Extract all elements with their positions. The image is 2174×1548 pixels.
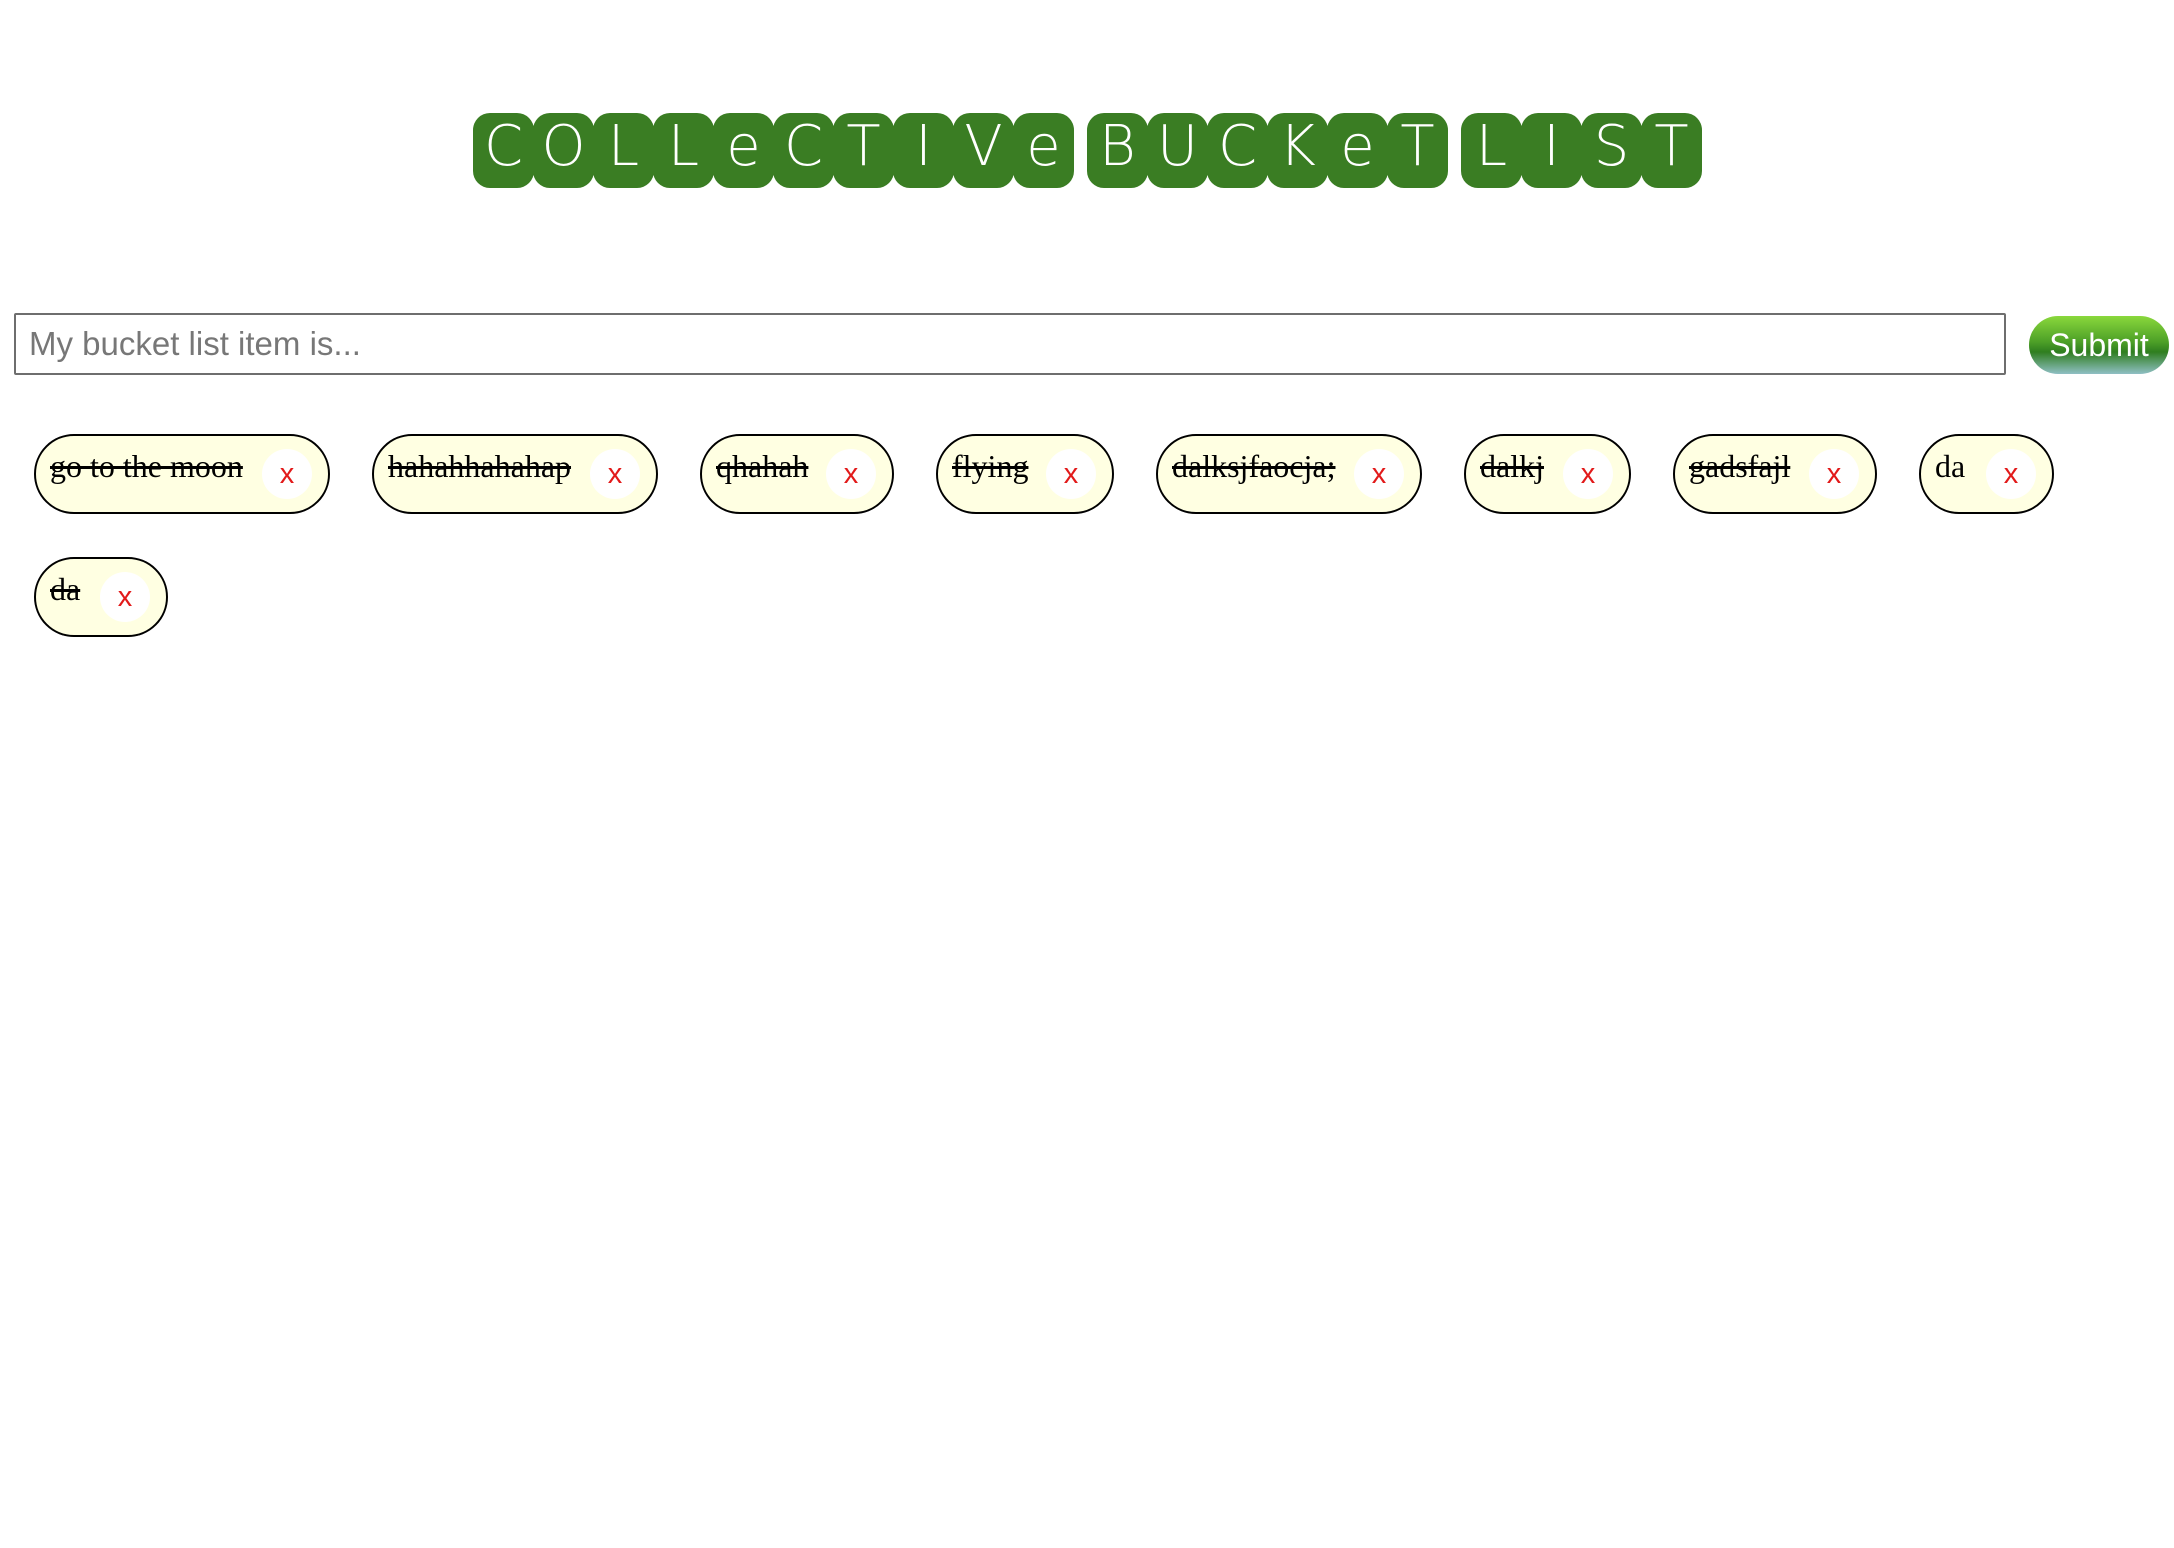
title-letter-tile: K: [1267, 113, 1328, 188]
bucket-item-text[interactable]: qhahah: [716, 448, 808, 485]
delete-item-button[interactable]: x: [100, 572, 150, 622]
title-letter-tile: S: [1581, 113, 1642, 188]
bucket-item-text[interactable]: go to the moon: [50, 448, 243, 485]
bucket-item-input[interactable]: [14, 313, 2006, 375]
bucket-list-item[interactable]: dalksjfaocja; x: [1156, 434, 1422, 514]
title-letter-tile: C: [773, 113, 834, 188]
bucket-item-text[interactable]: da: [50, 571, 80, 608]
title-letter-tile: T: [1641, 113, 1702, 188]
page-title: COLLeCTIVeBUCKeTLIST: [0, 113, 2174, 188]
bucket-item-text[interactable]: hahahhahahap: [388, 448, 571, 485]
bucket-list-item[interactable]: qhahah x: [700, 434, 894, 514]
delete-item-button[interactable]: x: [1046, 449, 1096, 499]
title-letter-tile: I: [1521, 113, 1582, 188]
title-word-gap: [1073, 113, 1087, 188]
bucket-list-item[interactable]: da x: [1919, 434, 2054, 514]
bucket-list-item[interactable]: go to the moon x: [34, 434, 330, 514]
title-letter-tile: e: [1327, 113, 1388, 188]
title-letter-tile: T: [1387, 113, 1448, 188]
title-letter-tile: L: [593, 113, 654, 188]
bucket-item-text[interactable]: da: [1935, 448, 1965, 485]
delete-item-button[interactable]: x: [1354, 449, 1404, 499]
add-item-form: Submit: [14, 313, 2174, 379]
delete-item-button[interactable]: x: [590, 449, 640, 499]
bucket-item-text[interactable]: flying: [952, 448, 1028, 485]
bucket-item-text[interactable]: gadsfajl: [1689, 448, 1790, 485]
bucket-list-item[interactable]: flying x: [936, 434, 1114, 514]
delete-item-button[interactable]: x: [1809, 449, 1859, 499]
title-word-gap: [1447, 113, 1461, 188]
title-letter-tile: I: [893, 113, 954, 188]
title-letter-tile: U: [1147, 113, 1208, 188]
title-letter-tile: L: [1461, 113, 1522, 188]
title-letter-tile: e: [713, 113, 774, 188]
delete-item-button[interactable]: x: [1986, 449, 2036, 499]
title-letter-tile: C: [473, 113, 534, 188]
delete-item-button[interactable]: x: [826, 449, 876, 499]
bucket-list-item[interactable]: da x: [34, 557, 168, 637]
title-letter-tile: e: [1013, 113, 1074, 188]
title-letter-tile: O: [533, 113, 594, 188]
bucket-item-text[interactable]: dalksjfaocja;: [1172, 448, 1335, 485]
title-letter-tile: C: [1207, 113, 1268, 188]
title-letter-tile: B: [1087, 113, 1148, 188]
bucket-list-item[interactable]: hahahhahahap x: [372, 434, 658, 514]
delete-item-button[interactable]: x: [262, 449, 312, 499]
title-letter-tile: L: [653, 113, 714, 188]
delete-item-button[interactable]: x: [1563, 449, 1613, 499]
title-letter-tile: T: [833, 113, 894, 188]
bucket-list-item[interactable]: gadsfajl x: [1673, 434, 1877, 514]
bucket-item-text[interactable]: dalkj: [1480, 448, 1544, 485]
title-letter-tile: V: [953, 113, 1014, 188]
submit-button[interactable]: Submit: [2029, 316, 2169, 374]
bucket-list-item[interactable]: dalkj x: [1464, 434, 1631, 514]
